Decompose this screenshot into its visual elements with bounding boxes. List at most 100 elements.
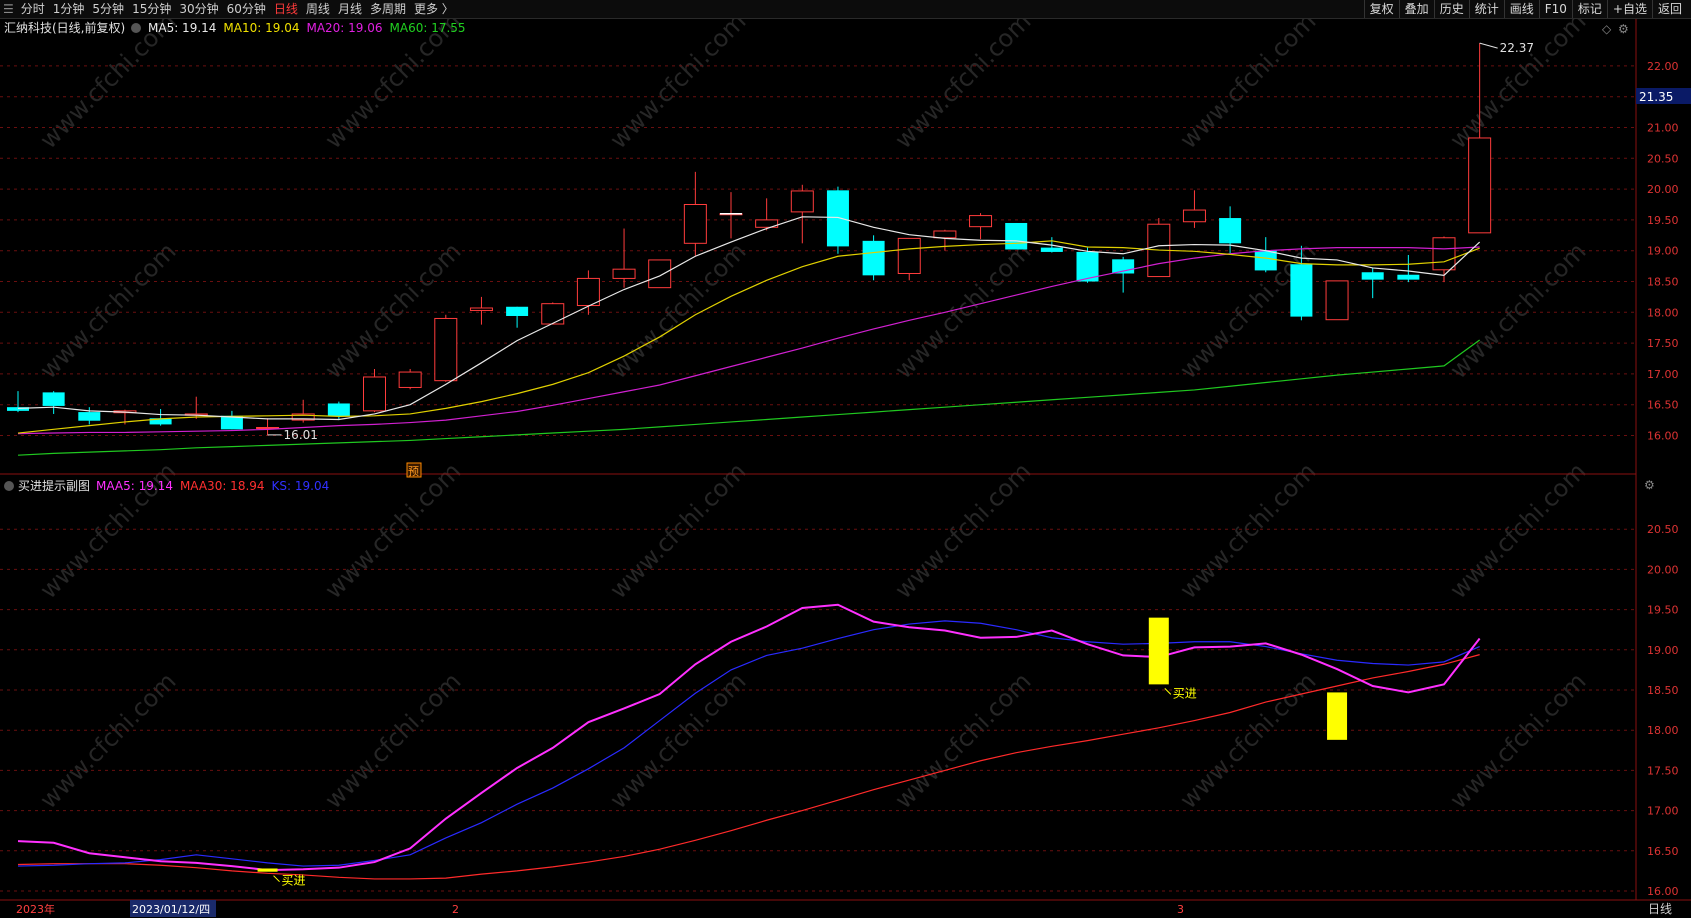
candle-body (78, 412, 101, 421)
main-y-tick: 18.00 (1647, 306, 1679, 319)
period-tab-9[interactable]: 多周期 (366, 0, 410, 18)
ma5-line (17, 216, 1481, 421)
candle[interactable] (790, 184, 814, 244)
candle-body (1397, 274, 1420, 280)
candle[interactable] (1397, 255, 1420, 283)
collapse-icon[interactable] (131, 23, 141, 33)
candle[interactable] (7, 391, 29, 413)
buy-signal-bar[interactable] (1327, 692, 1348, 740)
toolbar-button-5[interactable]: F10 (1538, 0, 1572, 18)
candle[interactable] (1361, 267, 1384, 299)
toolbar-button-6[interactable]: 标记 (1571, 0, 1607, 18)
watermark-text: www.cfchi.com (889, 667, 1036, 814)
candle[interactable] (398, 368, 422, 390)
candle[interactable] (1468, 43, 1492, 234)
candle[interactable] (1076, 247, 1099, 283)
candle-body (576, 277, 600, 307)
candle[interactable] (1112, 256, 1135, 293)
candle-body (541, 303, 565, 325)
candle[interactable] (434, 314, 458, 382)
sub-settings-icon[interactable]: ⚙ (1644, 478, 1655, 492)
candle[interactable] (683, 171, 707, 256)
candle[interactable] (933, 229, 957, 251)
candle[interactable] (149, 409, 172, 426)
ma20-line (17, 246, 1480, 435)
toolbar-button-2[interactable]: 历史 (1433, 0, 1469, 18)
main-y-tick: 20.50 (1647, 152, 1679, 165)
period-tab-1[interactable]: 1分钟 (49, 0, 89, 18)
candle[interactable] (576, 270, 600, 315)
candle-body (969, 215, 993, 228)
sub-chart-title: 买进提示副图 (18, 478, 90, 493)
period-tab-5[interactable]: 60分钟 (223, 0, 270, 18)
candle[interactable] (897, 237, 921, 281)
toolbar-button-1[interactable]: 叠加 (1398, 0, 1434, 18)
buy-signal-bar[interactable] (257, 868, 278, 872)
period-tab-7[interactable]: 周线 (302, 0, 334, 18)
sub-y-tick: 18.50 (1647, 684, 1679, 697)
period-tab-2[interactable]: 5分钟 (88, 0, 128, 18)
candle[interactable] (506, 306, 529, 328)
period-tab-10[interactable]: 更多 〉 (410, 0, 458, 18)
high-marker-arrow (1479, 42, 1498, 49)
period-label[interactable]: 日线 (1648, 902, 1672, 916)
kline-chart[interactable]: www.cfchi.com www.cfchi.com www.cfchi.com w… (0, 19, 1691, 918)
candle[interactable] (719, 192, 743, 239)
toolbar-button-3[interactable]: 统计 (1468, 0, 1504, 18)
candle-body (1219, 218, 1242, 244)
watermark-text: www.cfchi.com (889, 457, 1036, 604)
x-cursor-date-label: 2023/01/12/四 (132, 903, 210, 916)
watermark-text: www.cfchi.com (1444, 667, 1591, 814)
main-legend-item-0: MA5: 19.14 (148, 21, 216, 35)
toolbar-button-0[interactable]: 复权 (1363, 0, 1399, 18)
candle[interactable] (862, 235, 885, 281)
candle[interactable] (1005, 222, 1028, 250)
candle[interactable] (969, 213, 993, 239)
gear-icon[interactable]: ⚙ (1618, 22, 1629, 36)
sub-collapse-icon[interactable] (4, 481, 14, 491)
candle[interactable] (541, 302, 565, 325)
watermark-text: www.cfchi.com (34, 19, 181, 154)
period-tab-6[interactable]: 日线 (270, 0, 302, 18)
sub-y-tick: 19.00 (1647, 644, 1679, 657)
main-y-tick: 17.50 (1647, 337, 1679, 350)
candle[interactable] (1325, 280, 1349, 321)
period-toolbar: ☰ 分时 1分钟 5分钟 15分钟 30分钟 60分钟 日线 周线 月线 多周期 更多 〉 复权 叠加… (0, 0, 1691, 19)
toolbar-button-4[interactable]: 画线 (1503, 0, 1539, 18)
x-axis-month-feb: 2 (452, 903, 459, 916)
toolbar-button-7[interactable]: +自选 (1606, 0, 1652, 18)
candle[interactable] (256, 418, 280, 435)
main-y-tick: 19.00 (1647, 245, 1679, 258)
candle[interactable] (648, 259, 672, 289)
period-tab-0[interactable]: 分时 (17, 0, 49, 18)
period-tab-8[interactable]: 月线 (334, 0, 366, 18)
candle[interactable] (469, 296, 493, 325)
candle[interactable] (327, 401, 350, 421)
main-legend-item-2: MA20: 19.06 (306, 21, 382, 35)
toolbar-button-8[interactable]: 返回 (1651, 0, 1687, 18)
period-tab-3[interactable]: 15分钟 (128, 0, 175, 18)
period-tab-4[interactable]: 30分钟 (175, 0, 222, 18)
main-y-tick: 19.50 (1647, 214, 1679, 227)
candle-body (363, 376, 386, 412)
candle[interactable] (220, 410, 243, 430)
candle-body (790, 190, 814, 213)
main-y-tick: 22.00 (1647, 60, 1679, 73)
buy-signal-bar[interactable] (1148, 617, 1169, 685)
candle[interactable] (42, 391, 65, 414)
candle[interactable] (612, 228, 636, 288)
settings-diamond-icon[interactable]: ◇ (1602, 22, 1612, 36)
candle-body (897, 237, 921, 274)
candle-body (1325, 280, 1349, 321)
watermark-text: www.cfchi.com (1174, 457, 1321, 604)
watermark-text: www.cfchi.com (319, 457, 466, 604)
sub-legend-item-2: KS: 19.04 (272, 479, 330, 493)
candle[interactable] (826, 186, 849, 254)
watermark-text: www.cfchi.com (319, 667, 466, 814)
menu-icon[interactable]: ☰ (0, 0, 17, 18)
candle[interactable] (363, 368, 386, 413)
candle[interactable] (1182, 190, 1206, 228)
candle[interactable] (1254, 237, 1277, 273)
buy-signal-arrow (1164, 688, 1172, 695)
main-legend-item-3: MA60: 17.55 (390, 21, 466, 35)
